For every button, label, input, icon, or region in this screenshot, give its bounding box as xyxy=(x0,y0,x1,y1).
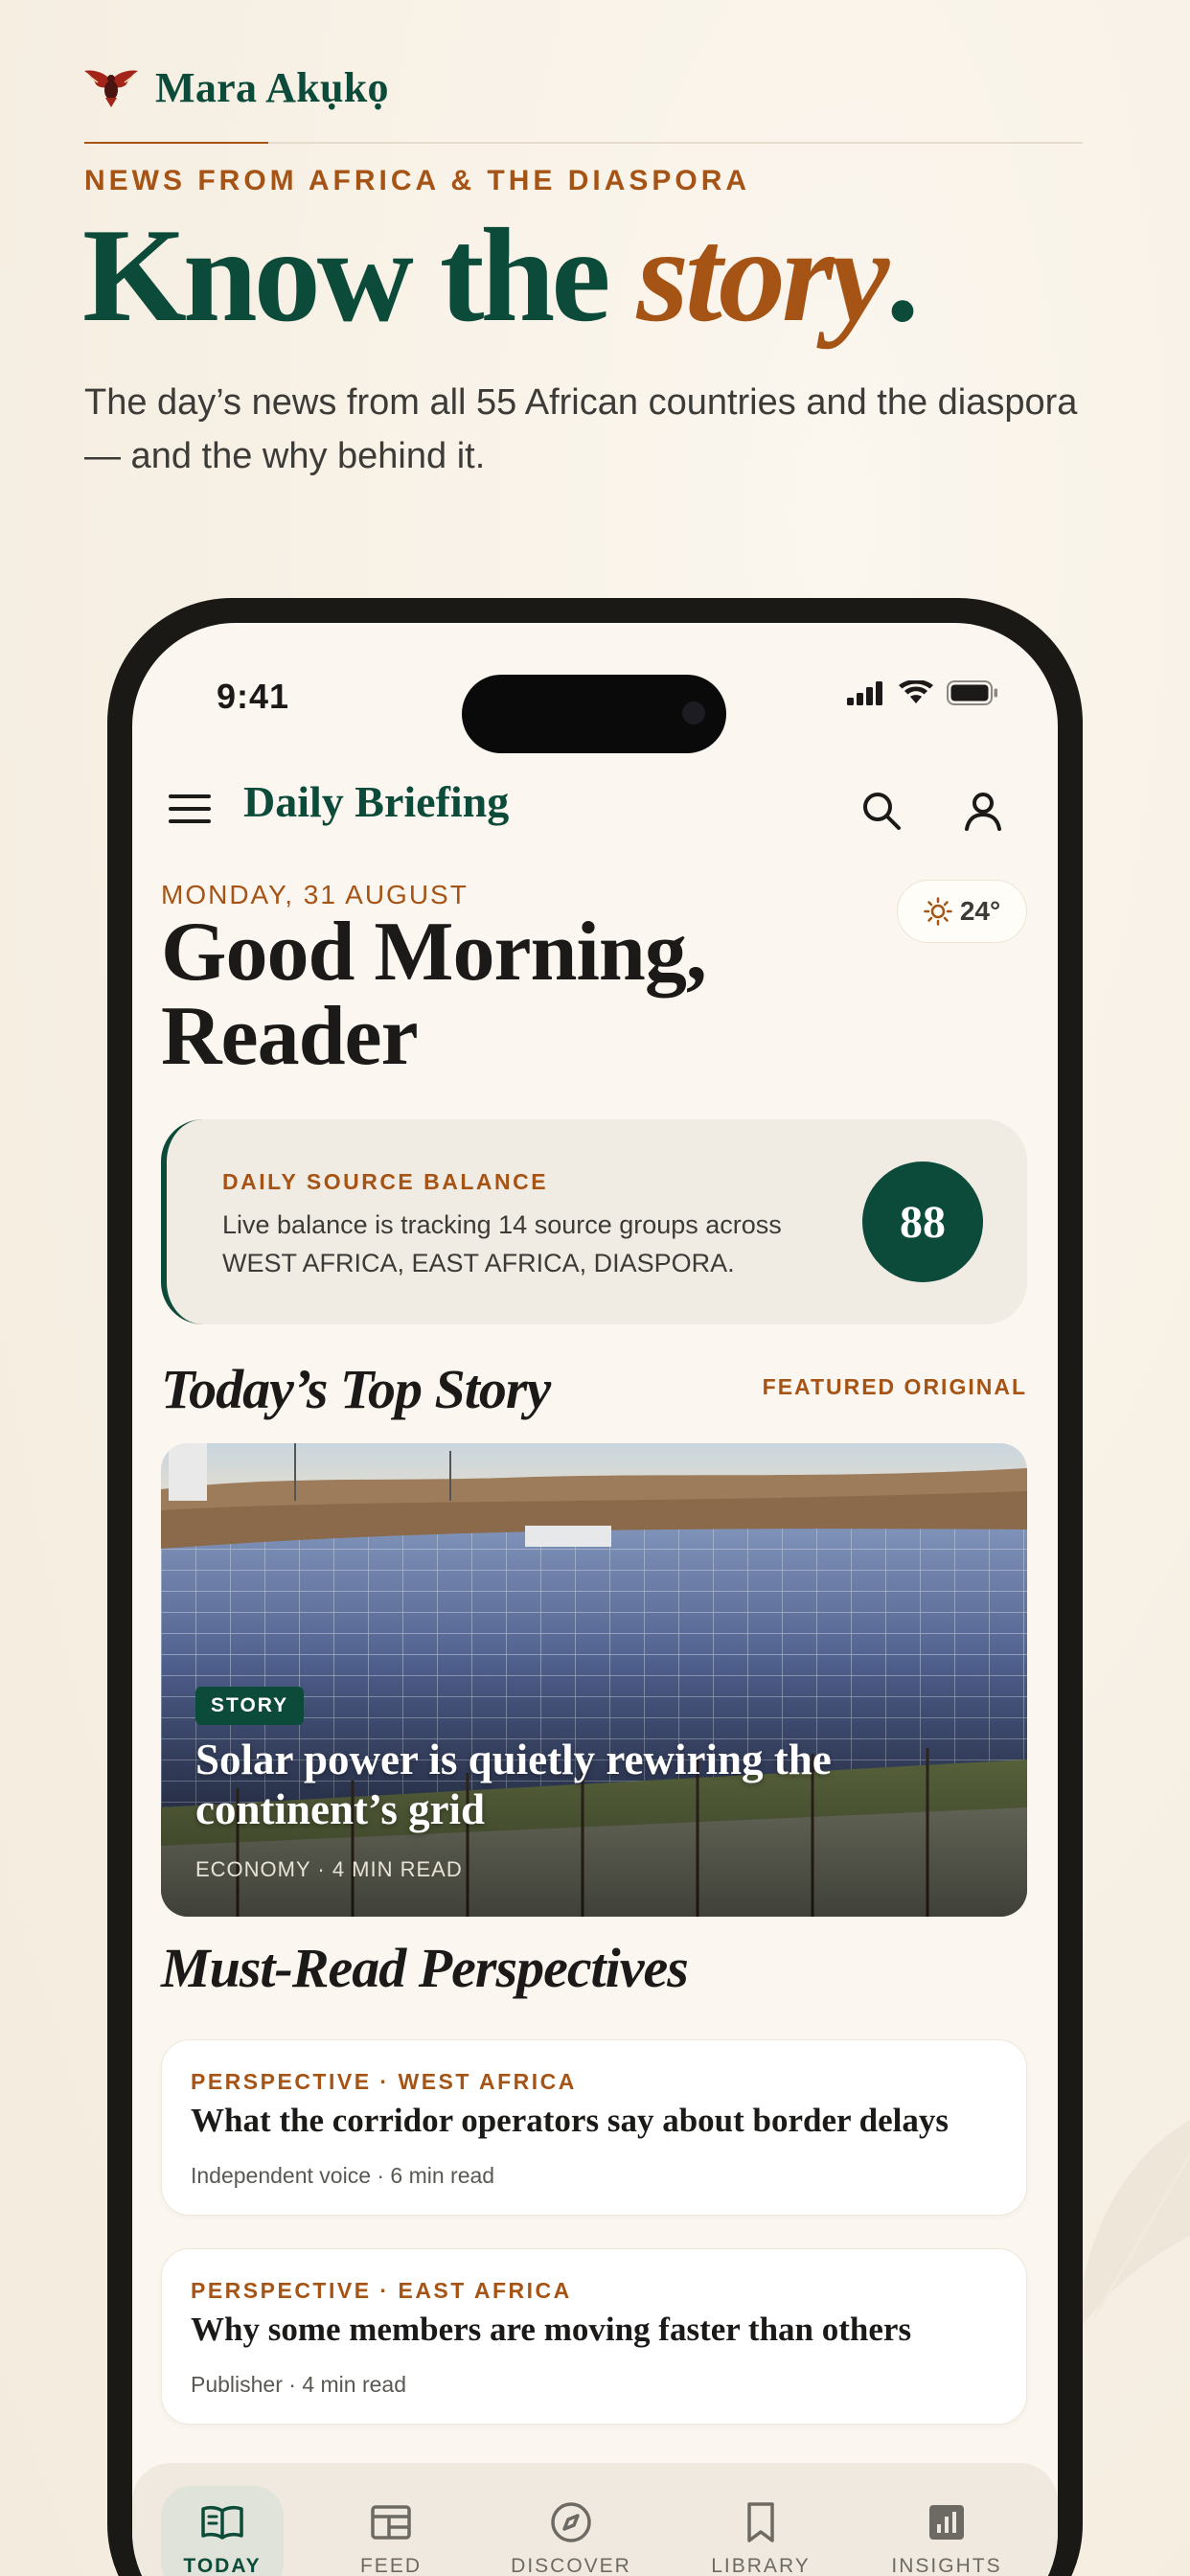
perspectives-title: Must-Read Perspectives xyxy=(161,1937,689,1999)
sun-icon xyxy=(924,897,952,926)
headline-accent: story xyxy=(636,201,889,350)
source-balance-card[interactable]: DAILY SOURCE BALANCE Live balance is tra… xyxy=(161,1119,1027,1324)
tab-discover[interactable]: DISCOVER xyxy=(510,2486,632,2576)
hero-subhead: The day’s news from all 55 African count… xyxy=(84,382,1078,476)
wifi-icon xyxy=(899,680,933,703)
tab-insights[interactable]: INSIGHTS xyxy=(885,2486,1008,2576)
solar-farm-image xyxy=(161,1443,1027,1917)
accent-rule xyxy=(84,142,268,144)
greeting: Good Morning, Reader xyxy=(161,906,707,1083)
perspective-card[interactable]: PERSPECTIVE · WEST AFRICA What the corri… xyxy=(161,2039,1027,2216)
tab-label: FEED xyxy=(359,2555,422,2576)
divider-rule xyxy=(268,142,1083,144)
phone-screen: 9:41 Daily Briefing MONDAY, 31 AUGUST 24… xyxy=(132,623,1058,2576)
hero-kicker: NEWS FROM AFRICA & THE DIASPORA xyxy=(84,165,751,196)
story-badge: STORY xyxy=(195,1687,305,1725)
weather-chip[interactable]: 24° xyxy=(897,880,1027,943)
perspective-meta: Independent voice · 6 min read xyxy=(191,2163,495,2188)
status-icons xyxy=(847,680,998,705)
status-time: 9:41 xyxy=(217,677,290,716)
balance-text: Live balance is tracking 14 source group… xyxy=(222,1210,782,1277)
tab-label: DISCOVER xyxy=(511,2555,631,2576)
story-meta: ECONOMY · 4 MIN READ xyxy=(195,1857,463,1881)
balance-title: DAILY SOURCE BALANCE xyxy=(222,1169,549,1194)
top-story-title: Today’s Top Story xyxy=(161,1358,551,1420)
tab-label: INSIGHTS xyxy=(891,2555,1002,2576)
eagle-logo-icon xyxy=(84,69,138,107)
compass-icon xyxy=(551,2502,591,2542)
menu-button[interactable] xyxy=(161,780,218,838)
headline-end: . xyxy=(885,201,919,350)
perspective-title: Why some members are moving faster than … xyxy=(191,2311,912,2348)
tab-library[interactable]: LIBRARY xyxy=(699,2486,822,2576)
bookmark-icon xyxy=(747,2502,774,2542)
tab-label: TODAY xyxy=(183,2555,262,2576)
landing-page: Mara Akụkọ NEWS FROM AFRICA & THE DIASPO… xyxy=(0,0,1190,2576)
perspective-card[interactable]: PERSPECTIVE · EAST AFRICA Why some membe… xyxy=(161,2248,1027,2425)
perspective-title: What the corridor operators say about bo… xyxy=(191,2102,950,2139)
tab-today[interactable]: TODAY xyxy=(161,2486,284,2576)
story-headline: Solar power is quietly rewiring the cont… xyxy=(195,1736,832,1833)
perspective-meta: Publisher · 4 min read xyxy=(191,2372,406,2397)
open-book-icon xyxy=(201,2505,243,2540)
signal-icon xyxy=(847,681,882,705)
profile-icon xyxy=(965,793,1001,831)
tab-feed[interactable]: FEED xyxy=(330,2486,452,2576)
dynamic-island xyxy=(462,675,726,753)
balance-score: 88 xyxy=(862,1162,983,1282)
profile-button[interactable] xyxy=(954,782,1012,840)
phone-frame: 9:41 Daily Briefing MONDAY, 31 AUGUST 24… xyxy=(107,598,1083,2576)
featured-original-link[interactable]: FEATURED ORIGINAL xyxy=(763,1374,1027,1400)
hamburger-menu-icon xyxy=(169,794,211,823)
tab-bar: TODAY FEED DISCOVER LIBRARY INSIGHTS xyxy=(132,2463,1058,2576)
perspective-kicker: PERSPECTIVE · WEST AFRICA xyxy=(191,2069,577,2094)
app-title: Daily Briefing xyxy=(243,777,510,826)
headline-main: Know the xyxy=(82,201,637,350)
tab-label: LIBRARY xyxy=(711,2555,811,2576)
top-story-card[interactable]: STORY Solar power is quietly rewiring th… xyxy=(161,1443,1027,1917)
brand-name: Mara Akụkọ xyxy=(155,64,389,111)
search-button[interactable] xyxy=(853,782,910,840)
search-icon xyxy=(863,793,901,830)
perspective-kicker: PERSPECTIVE · EAST AFRICA xyxy=(191,2278,572,2303)
hero-headline: Know the story. xyxy=(82,209,919,343)
feed-icon xyxy=(371,2505,411,2540)
brand-lockup: Mara Akụkọ xyxy=(84,63,389,112)
battery-icon xyxy=(947,680,997,705)
bar-chart-icon xyxy=(929,2505,964,2540)
weather-temp: 24° xyxy=(959,896,1001,926)
